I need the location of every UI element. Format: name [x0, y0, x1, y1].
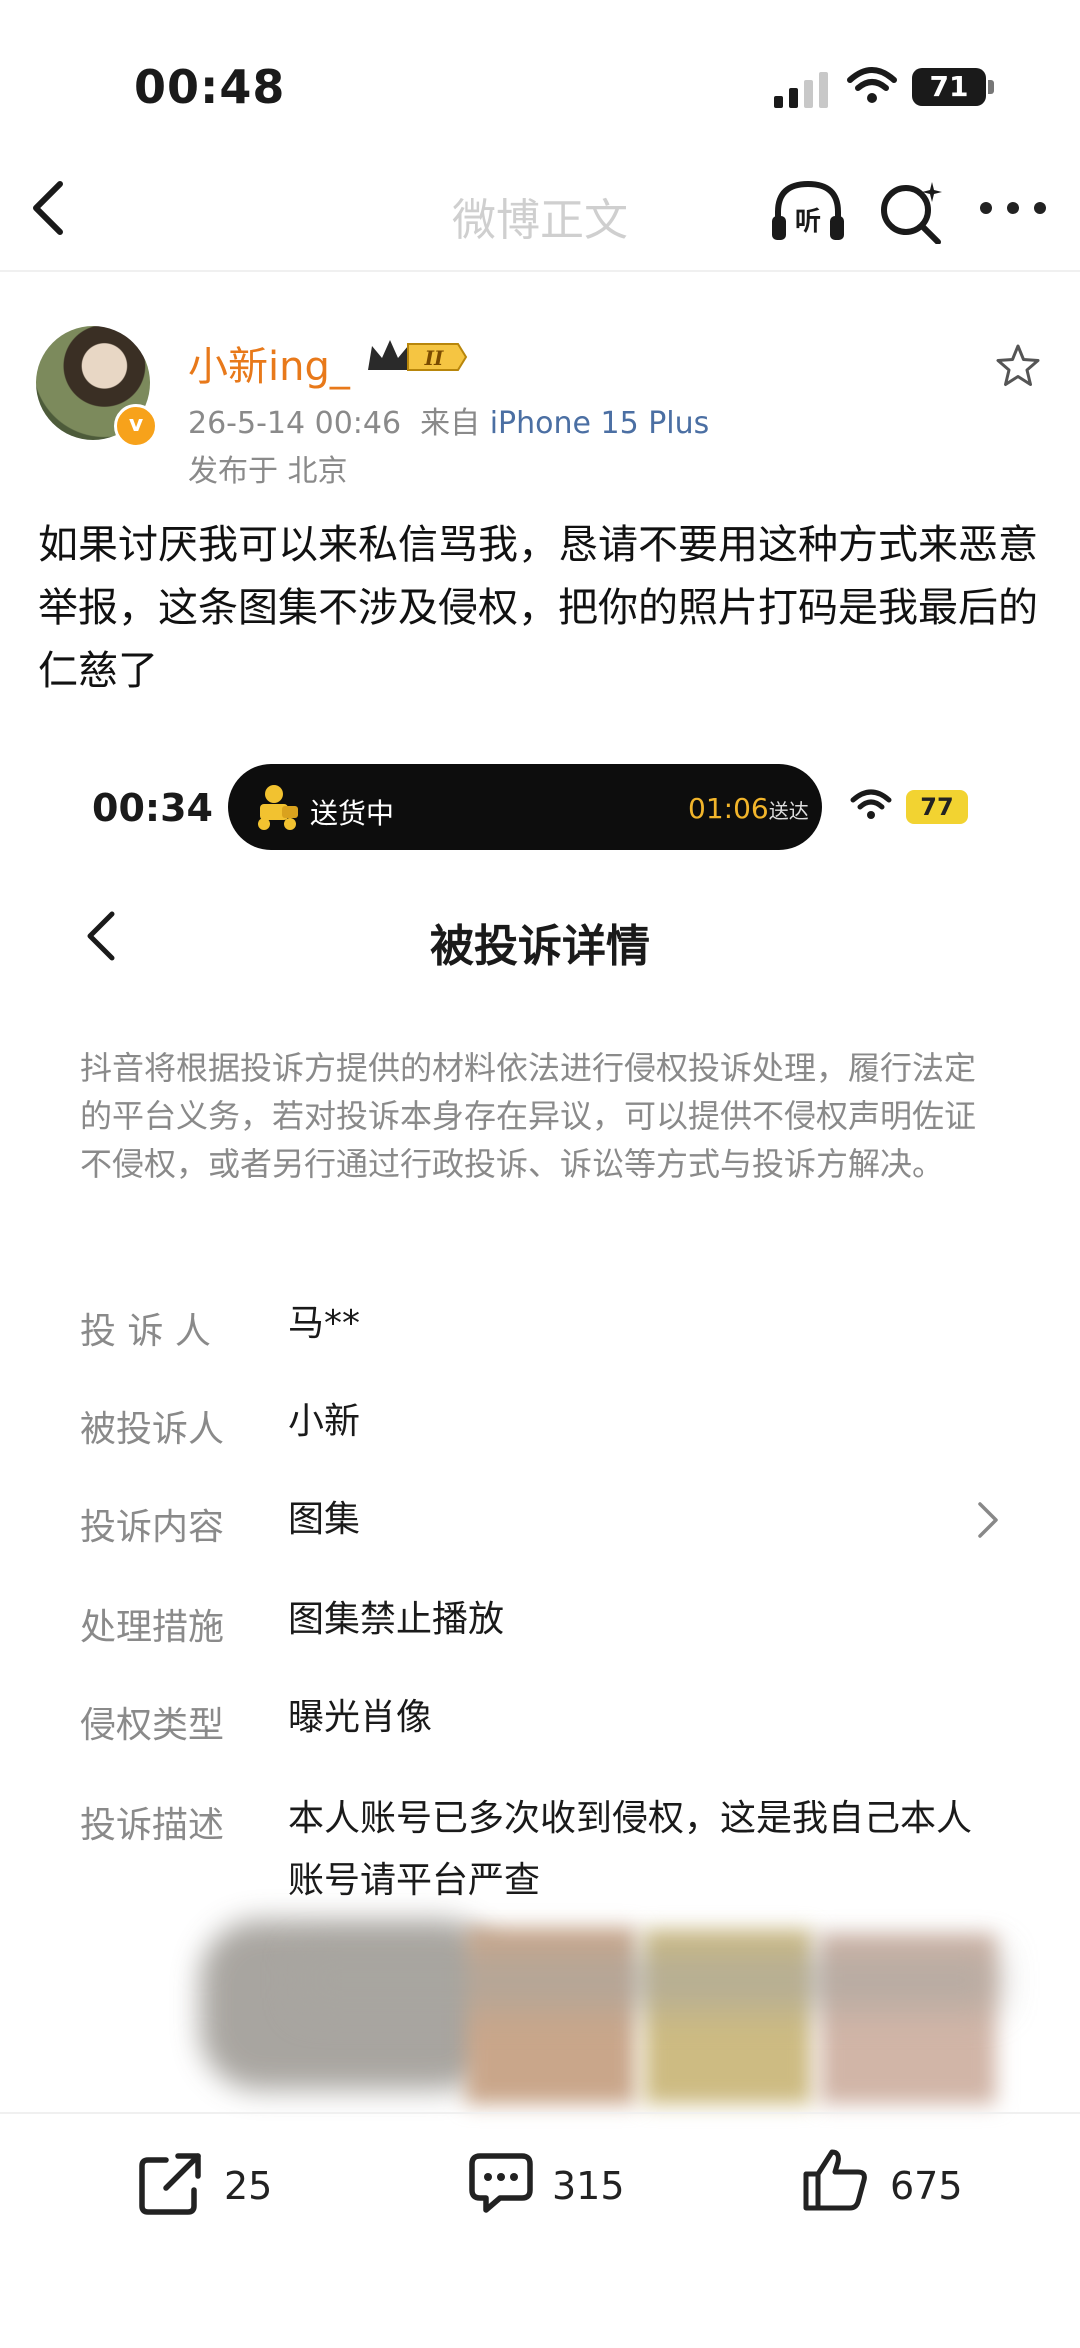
action-bar-divider: [0, 2112, 1080, 2114]
post-device: iPhone 15 Plus: [489, 406, 710, 441]
delivery-scooter-icon: [258, 785, 298, 830]
verified-badge-icon: v: [114, 404, 158, 448]
post-source-prefix: 来自: [420, 406, 481, 441]
listen-glyph: 听: [795, 207, 821, 237]
pill-eta-suffix: 送达: [768, 799, 809, 823]
row-label-description: 投诉描述: [80, 1805, 225, 1846]
headphones-listen-icon[interactable]: 听: [770, 178, 846, 244]
cellular-signal-icon: [774, 72, 828, 108]
star-favorite-icon[interactable]: [994, 342, 1042, 390]
vip-crown-badge-icon: II: [368, 340, 468, 371]
like-thumbs-up-icon[interactable]: [800, 2146, 870, 2212]
like-count[interactable]: 675: [890, 2164, 963, 2208]
username[interactable]: 小新ing_: [188, 334, 350, 392]
post-location: 发布于 北京: [188, 454, 348, 489]
post-body: 如果讨厌我可以来私信骂我，恳请不要用这种方式来恶意举报，这条图集不涉及侵权，把你…: [38, 522, 1038, 694]
chevron-right-icon: [978, 1502, 998, 1538]
row-value-measure: 图集禁止播放: [288, 1599, 505, 1640]
pill-eta-time: 01:06: [688, 792, 769, 825]
repost-count[interactable]: 25: [224, 2164, 272, 2208]
battery-cap: [988, 80, 994, 94]
embedded-wifi-icon: [850, 789, 892, 819]
embedded-status-time: 00:34: [92, 786, 213, 830]
row-label-measure: 处理措施: [80, 1607, 225, 1648]
row-label-content: 投诉内容: [80, 1507, 225, 1548]
battery-indicator: 71: [912, 68, 986, 106]
row-value-type: 曝光肖像: [288, 1697, 433, 1738]
status-time: 00:48: [134, 60, 286, 114]
post-meta: 26-5-14 00:46 来自 iPhone 15 Plus: [188, 398, 709, 442]
comment-count[interactable]: 315: [552, 2164, 625, 2208]
pill-delivery-status: 送货中: [310, 797, 395, 830]
blurred-overlay: [300, 1950, 1000, 2010]
row-label-complainant: 投 诉 人: [80, 1311, 211, 1352]
repost-icon[interactable]: [136, 2150, 206, 2216]
embedded-page-title: 被投诉详情: [430, 921, 650, 972]
vip-level: II: [424, 346, 444, 370]
embedded-notice: 抖音将根据投诉方提供的材料依法进行侵权投诉处理，履行法定的平台义务，若对投诉本身…: [80, 1049, 977, 1183]
row-value-respondent: 小新: [288, 1401, 361, 1442]
row-value-complainant: 马**: [288, 1303, 361, 1344]
row-value-content: 图集: [288, 1499, 361, 1540]
row-value-description: 本人账号已多次收到侵权，这是我自己本人账号请平台严查: [288, 1798, 973, 1901]
wifi-icon: [847, 67, 897, 103]
post-date: 26-5-14 00:46: [188, 406, 402, 441]
row-label-type: 侵权类型: [80, 1705, 225, 1746]
pill-eta: 01:06送达: [688, 792, 809, 825]
row-label-respondent: 被投诉人: [80, 1409, 225, 1450]
header-divider: [0, 270, 1080, 272]
more-options-icon[interactable]: [976, 186, 1050, 230]
comment-icon[interactable]: [466, 2150, 536, 2216]
embedded-battery: 77: [906, 790, 968, 824]
search-icon[interactable]: [878, 178, 944, 244]
